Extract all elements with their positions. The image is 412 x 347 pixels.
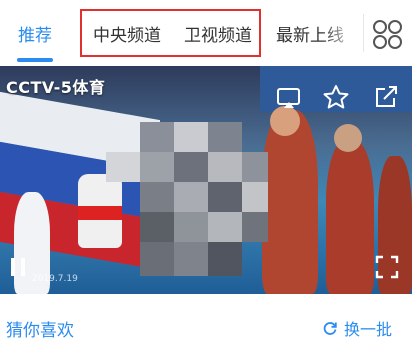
highlight-box: [80, 9, 261, 57]
favorite-button[interactable]: [322, 84, 350, 114]
video-athlete: [326, 140, 374, 294]
video-athlete-head: [334, 124, 362, 152]
video-player[interactable]: CCTV-5体育 2019.7.19: [0, 66, 412, 294]
video-athlete: [262, 110, 318, 294]
tab-recommend[interactable]: 推荐: [18, 0, 52, 64]
grid-icon: [373, 20, 402, 49]
cast-icon: [277, 88, 300, 108]
cast-button[interactable]: [276, 86, 302, 114]
favorite-star-icon: [323, 85, 349, 109]
refresh-icon: [323, 322, 337, 335]
section-title: 猜你喜欢: [6, 321, 74, 341]
refresh-label: 换一批: [344, 320, 393, 339]
fullscreen-button[interactable]: [374, 254, 400, 284]
pause-button[interactable]: [8, 256, 28, 282]
active-tab-indicator: [17, 58, 53, 62]
tab-fade-overlay: [322, 10, 368, 56]
recommend-section-header: 猜你喜欢 换一批: [0, 300, 412, 347]
tab-divider: [363, 14, 364, 52]
channel-tab-bar: 推荐 中央频道 卫视频道 最新上线: [0, 0, 412, 64]
refresh-button[interactable]: 换一批: [322, 316, 392, 340]
share-button[interactable]: [372, 84, 400, 114]
fullscreen-icon: [375, 255, 399, 279]
all-channels-button[interactable]: [368, 14, 408, 54]
video-date: 2019.7.19: [32, 274, 78, 284]
pause-icon: [11, 258, 25, 276]
share-icon: [376, 86, 397, 107]
channel-title: CCTV-5体育: [6, 78, 106, 97]
pixelated-region: [100, 122, 270, 282]
